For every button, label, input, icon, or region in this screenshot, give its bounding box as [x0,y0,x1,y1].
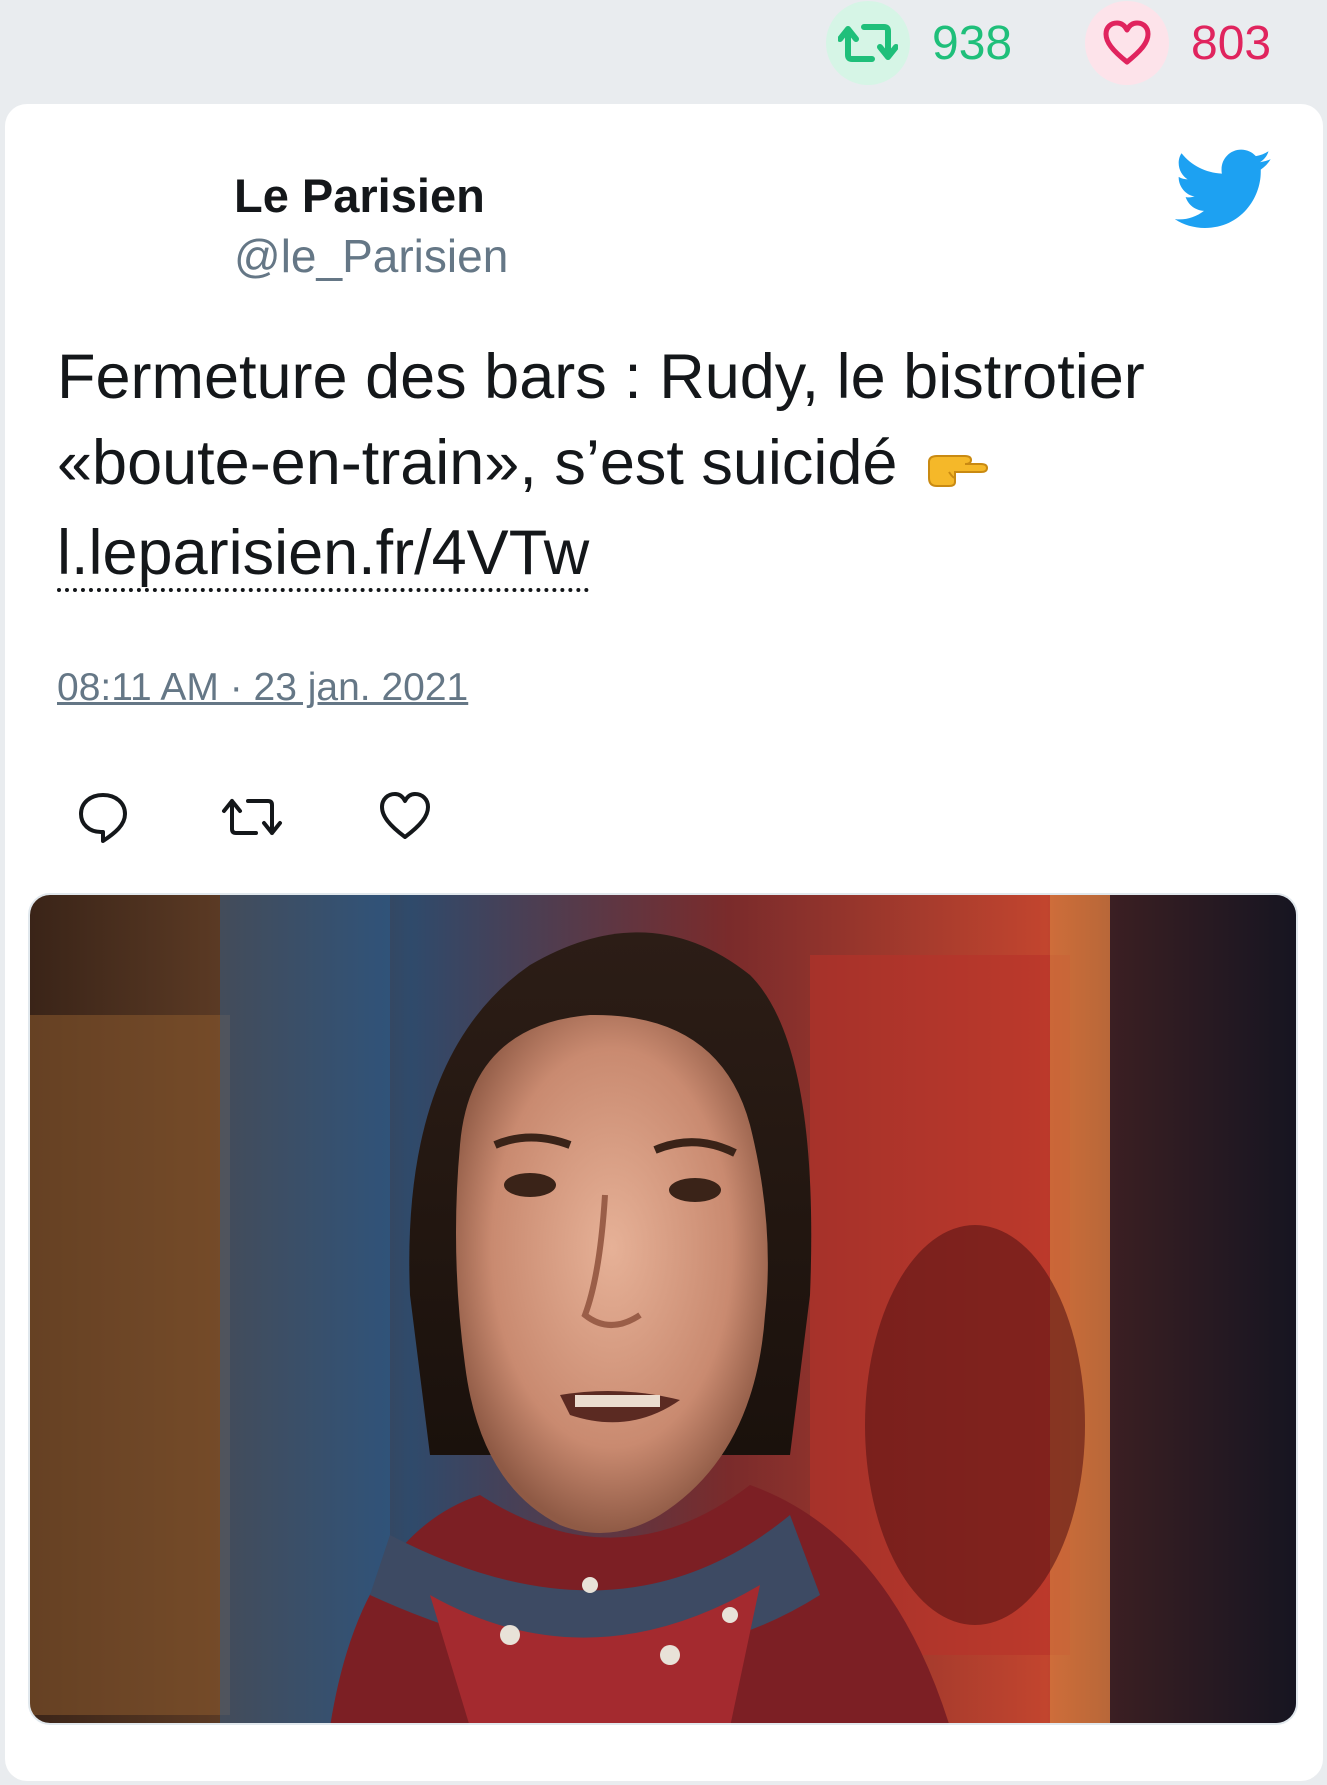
tweet-timestamp[interactable]: 08:11 AM · 23 jan. 2021 [57,666,468,710]
author-name[interactable]: Le Parisien [234,166,508,226]
twitter-bird-icon[interactable] [1175,149,1273,231]
tweet-text: Fermeture des bars : Rudy, le bistrotier… [57,334,1267,596]
reply-icon[interactable] [75,789,131,845]
heart-icon[interactable] [377,789,433,845]
pointing-hand-icon [925,424,989,510]
author-info[interactable]: Le Parisien @le_Parisien [234,166,508,286]
like-count: 803 [1191,16,1272,70]
heart-icon[interactable] [1085,1,1169,85]
tweet-link[interactable]: l.leparisien.fr/4VTw [57,518,590,593]
photo-image [30,895,1296,1723]
retweet-icon[interactable] [826,1,910,85]
retweet-count: 938 [932,16,1013,70]
retweet-icon[interactable] [220,789,284,845]
retweet-stat[interactable]: 938 [826,0,1012,86]
tweet-card: Le Parisien @le_Parisien Fermeture des b… [5,104,1323,1781]
author-handle[interactable]: @le_Parisien [234,226,508,286]
tweet-photo[interactable] [28,893,1298,1725]
like-stat[interactable]: 803 [1085,0,1271,86]
engagement-stats: 938 803 [0,0,1327,96]
